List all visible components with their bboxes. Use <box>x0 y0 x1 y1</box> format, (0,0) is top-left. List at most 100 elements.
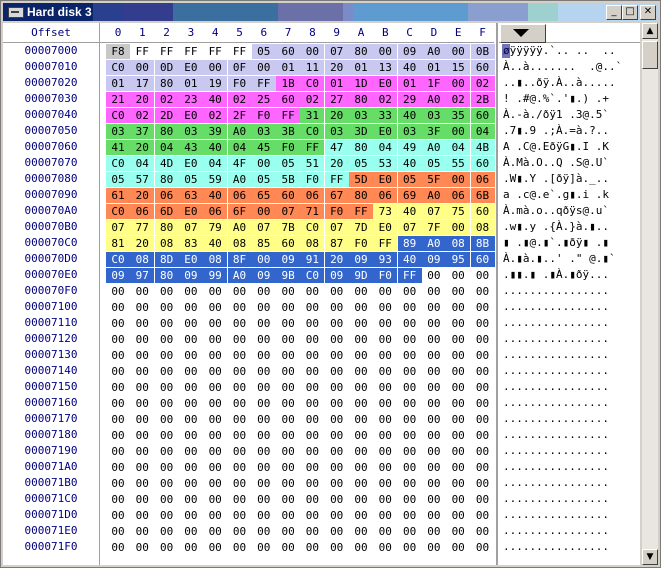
hex-byte[interactable]: 8F <box>227 251 252 267</box>
hex-byte[interactable]: 00 <box>276 492 300 507</box>
hex-byte[interactable]: 03 <box>397 123 422 139</box>
hex-byte[interactable]: 00 <box>179 364 203 379</box>
hex-byte[interactable]: F0 <box>373 267 398 283</box>
hex-byte[interactable]: 09 <box>106 267 130 283</box>
hex-byte[interactable]: FF <box>397 267 422 283</box>
hex-byte[interactable]: 00 <box>446 460 470 475</box>
hex-byte[interactable]: 00 <box>398 412 422 427</box>
hex-byte[interactable]: 60 <box>470 251 495 267</box>
hex-byte[interactable]: F8 <box>106 43 130 59</box>
hex-byte[interactable]: C0 <box>106 59 130 75</box>
hex-byte[interactable]: 00 <box>373 364 397 379</box>
hex-byte[interactable]: 00 <box>398 284 422 299</box>
ascii-row[interactable]: ................ <box>503 539 637 555</box>
ascii-row[interactable]: A .C@.EðÿG▮.I .K <box>503 139 637 155</box>
hex-byte[interactable]: 00 <box>106 460 130 475</box>
hex-byte[interactable]: C0 <box>300 75 325 91</box>
hex-byte[interactable]: 00 <box>300 492 324 507</box>
hex-byte[interactable]: 00 <box>325 412 349 427</box>
hex-byte[interactable]: 00 <box>349 444 373 459</box>
hex-byte[interactable]: 00 <box>130 460 154 475</box>
ascii-row[interactable]: a .c@.e`.g▮.i .k <box>503 187 637 203</box>
hex-byte[interactable]: 00 <box>106 540 130 555</box>
hex-byte[interactable]: 08 <box>300 235 325 251</box>
hex-byte[interactable]: 00 <box>398 348 422 363</box>
hex-byte[interactable]: 00 <box>276 540 300 555</box>
hex-byte[interactable]: 00 <box>228 460 252 475</box>
ascii-row[interactable]: øÿÿÿÿÿ.`.. .. .. <box>503 43 637 59</box>
hex-byte[interactable]: 00 <box>422 348 446 363</box>
ascii-row[interactable]: ................ <box>503 283 637 299</box>
ascii-row[interactable]: ▮ .▮@.▮`.▮ðÿ▮ .▮ <box>503 235 637 251</box>
hex-byte[interactable]: C0 <box>300 123 325 139</box>
hex-byte[interactable]: 00 <box>155 492 179 507</box>
hex-byte[interactable]: 00 <box>228 476 252 491</box>
hex-byte[interactable]: 00 <box>106 524 130 539</box>
hex-byte[interactable]: 41 <box>106 139 130 155</box>
hex-byte[interactable]: 03 <box>421 107 446 123</box>
hex-byte[interactable]: 00 <box>155 380 179 395</box>
hex-byte[interactable]: 00 <box>130 428 154 443</box>
hex-byte[interactable]: 00 <box>179 412 203 427</box>
hex-byte[interactable]: FF <box>130 44 154 59</box>
hex-byte[interactable]: 00 <box>446 412 470 427</box>
hex-byte[interactable]: 77 <box>130 219 155 235</box>
hex-byte[interactable]: 00 <box>471 300 495 315</box>
hex-byte[interactable]: 00 <box>228 444 252 459</box>
hex-byte[interactable]: 00 <box>373 444 397 459</box>
hex-byte[interactable]: 00 <box>276 476 300 491</box>
hex-byte[interactable]: 00 <box>398 460 422 475</box>
hex-byte[interactable]: 00 <box>398 396 422 411</box>
hex-byte[interactable]: 00 <box>422 380 446 395</box>
hex-byte[interactable]: A0 <box>421 139 446 155</box>
hex-byte[interactable]: 80 <box>349 43 373 59</box>
hex-byte[interactable]: 8D <box>154 251 179 267</box>
hex-byte[interactable]: FF <box>203 44 227 59</box>
hex-byte[interactable]: 00 <box>106 476 130 491</box>
hex-byte[interactable]: E0 <box>373 123 398 139</box>
hex-byte[interactable]: 00 <box>203 300 227 315</box>
hex-byte[interactable]: 80 <box>154 267 179 283</box>
hex-byte[interactable]: 81 <box>106 235 130 251</box>
hex-byte[interactable]: 75 <box>446 203 471 219</box>
hex-byte[interactable]: 00 <box>300 428 324 443</box>
hex-byte[interactable]: 00 <box>179 428 203 443</box>
hex-byte[interactable]: 00 <box>446 75 471 91</box>
hex-byte[interactable]: FF <box>155 44 179 59</box>
hex-byte[interactable]: 00 <box>422 332 446 347</box>
hex-byte[interactable]: 00 <box>179 348 203 363</box>
hex-byte[interactable]: 00 <box>130 316 154 331</box>
hex-byte[interactable]: E0 <box>373 219 398 235</box>
hex-byte[interactable]: 40 <box>397 107 422 123</box>
scroll-down-button[interactable]: ▼ <box>642 549 658 565</box>
hex-byte[interactable]: 00 <box>155 348 179 363</box>
ascii-row[interactable]: .▮▮.▮ .▮À.▮ðÿ... <box>503 267 637 283</box>
hex-byte[interactable]: E0 <box>373 75 398 91</box>
hex-byte[interactable]: F0 <box>227 75 252 91</box>
hex-byte[interactable]: 55 <box>446 155 471 171</box>
hex-byte[interactable]: 00 <box>276 348 300 363</box>
hex-byte[interactable]: 79 <box>203 219 228 235</box>
hex-byte[interactable]: F0 <box>300 171 325 187</box>
ascii-row[interactable]: ................ <box>503 427 637 443</box>
hex-byte[interactable]: 00 <box>373 508 397 523</box>
hex-byte[interactable]: 00 <box>252 444 276 459</box>
hex-byte[interactable]: 01 <box>276 59 301 75</box>
hex-byte[interactable]: 71 <box>300 203 325 219</box>
hex-byte[interactable]: 00 <box>228 396 252 411</box>
hex-byte[interactable]: 00 <box>106 508 130 523</box>
hex-byte[interactable]: 97 <box>130 267 155 283</box>
hex-byte[interactable]: E0 <box>178 107 203 123</box>
hex-byte[interactable]: 00 <box>203 332 227 347</box>
hex-byte[interactable]: 00 <box>446 508 470 523</box>
hex-byte[interactable]: A0 <box>227 171 252 187</box>
hex-byte[interactable]: 00 <box>325 444 349 459</box>
hex-byte[interactable]: A0 <box>227 123 252 139</box>
hex-byte[interactable]: 00 <box>325 300 349 315</box>
ascii-row[interactable]: ................ <box>503 459 637 475</box>
hex-byte[interactable]: 67 <box>324 187 349 203</box>
hex-byte[interactable]: 00 <box>155 300 179 315</box>
hex-byte[interactable]: 06 <box>154 187 179 203</box>
hex-byte[interactable]: 00 <box>325 524 349 539</box>
hex-byte[interactable]: 00 <box>300 284 324 299</box>
